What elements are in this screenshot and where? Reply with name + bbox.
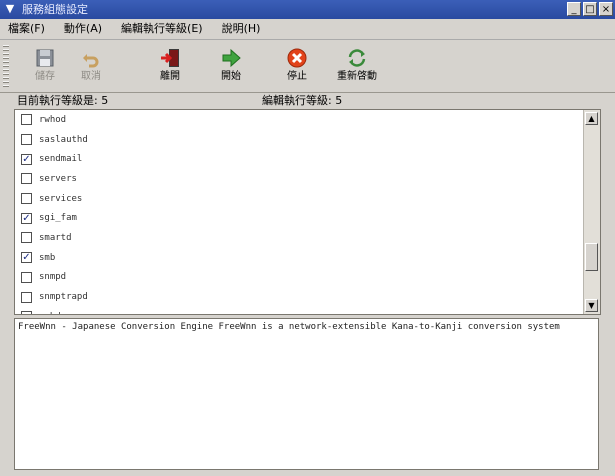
menu-actions[interactable]: 動作(A) <box>56 19 113 39</box>
service-row[interactable]: smartd <box>15 228 583 248</box>
current-runlevel-text: 目前執行等級是: 5 <box>17 94 109 107</box>
close-button[interactable]: × <box>599 2 613 16</box>
service-name: smb <box>39 252 56 263</box>
restart-icon <box>348 49 366 67</box>
window-controls: _ □ × <box>567 2 613 16</box>
window-title: 服務組態設定 <box>22 3 88 16</box>
start-button[interactable]: 開始 <box>208 44 254 88</box>
service-checkbox[interactable]: ✓ <box>21 252 32 264</box>
service-description: FreeWnn - Japanese Conversion Engine Fre… <box>14 318 599 470</box>
service-row[interactable]: sshd <box>15 307 583 314</box>
service-checkbox[interactable]: ✓ <box>21 212 32 224</box>
editing-runlevel-text: 編輯執行等級: 5 <box>262 94 343 107</box>
service-checkbox[interactable] <box>21 193 32 205</box>
service-checkbox[interactable] <box>21 134 32 146</box>
undo-button[interactable]: 取消 <box>68 44 114 88</box>
service-checkbox[interactable] <box>21 173 32 185</box>
service-row[interactable]: ✓ smb <box>15 248 583 268</box>
service-checkbox[interactable] <box>21 311 32 314</box>
title-bar[interactable]: ▼ 服務組態設定 _ □ × <box>0 0 615 19</box>
save-button[interactable]: 儲存 <box>22 44 68 88</box>
service-row[interactable]: rwhod <box>15 110 583 130</box>
maximize-button[interactable]: □ <box>583 2 597 16</box>
exit-label: 離開 <box>160 71 180 82</box>
service-name: sshd <box>39 312 61 314</box>
service-name: saslauthd <box>39 134 88 145</box>
exit-button[interactable]: 離開 <box>147 44 193 88</box>
restart-button[interactable]: 重新啓動 <box>328 44 386 88</box>
undo-label: 取消 <box>81 71 101 82</box>
exit-icon <box>161 49 179 67</box>
service-checkbox[interactable] <box>21 232 32 244</box>
service-name: sendmail <box>39 154 83 165</box>
service-row[interactable]: snmptrapd <box>15 287 583 307</box>
service-checkbox[interactable] <box>21 271 32 283</box>
service-row[interactable]: snmpd <box>15 268 583 288</box>
scroll-down-button[interactable]: ▼ <box>585 299 598 312</box>
runlevel-status-row: 目前執行等級是: 5 編輯執行等級: 5 <box>0 93 615 109</box>
service-name: rwhod <box>39 114 67 125</box>
menu-bar: 檔案(F) 動作(A) 編輯執行等級(E) 說明(H) <box>0 19 615 40</box>
service-checkbox[interactable]: ✓ <box>21 153 32 165</box>
service-row[interactable]: services <box>15 189 583 209</box>
service-name: snmptrapd <box>39 292 88 303</box>
service-checkbox[interactable] <box>21 291 32 303</box>
scroll-up-button[interactable]: ▲ <box>585 112 598 125</box>
stop-button[interactable]: 停止 <box>274 44 320 88</box>
service-list-scrollbar[interactable]: ▲ ▼ <box>583 110 600 314</box>
service-list[interactable]: rwhod saslauthd ✓ sendmail servers services ✓ s… <box>14 109 601 315</box>
service-row[interactable]: ✓ sgi_fam <box>15 208 583 228</box>
save-label: 儲存 <box>35 71 55 82</box>
service-row[interactable]: servers <box>15 169 583 189</box>
service-name: sgi_fam <box>39 213 77 224</box>
toolbar-grip-handle[interactable] <box>3 45 9 87</box>
service-list-items: rwhod saslauthd ✓ sendmail servers services ✓ s… <box>15 110 583 314</box>
service-name: smartd <box>39 232 72 243</box>
service-row[interactable]: ✓ sendmail <box>15 149 583 169</box>
service-name: servers <box>39 173 77 184</box>
menu-file[interactable]: 檔案(F) <box>0 19 56 39</box>
menu-edit-runlevel[interactable]: 編輯執行等級(E) <box>113 19 214 39</box>
stop-label: 停止 <box>287 71 307 82</box>
service-configuration-window: ▼ 服務組態設定 _ □ × 檔案(F) 動作(A) 編輯執行等級(E) 說明(… <box>0 0 615 476</box>
toolbar: 儲存 取消 離開 開始 停止 重新啓動 <box>0 40 615 93</box>
undo-icon <box>83 54 99 68</box>
window-menu-icon[interactable]: ▼ <box>3 2 17 16</box>
scrollbar-thumb[interactable] <box>585 243 598 271</box>
minimize-button[interactable]: _ <box>567 2 581 16</box>
start-icon <box>222 48 241 68</box>
start-label: 開始 <box>221 71 241 82</box>
service-name: snmpd <box>39 272 67 283</box>
service-row[interactable]: saslauthd <box>15 130 583 150</box>
service-name: services <box>39 193 83 204</box>
stop-icon <box>287 48 307 68</box>
menu-help[interactable]: 說明(H) <box>214 19 272 39</box>
save-icon <box>36 49 54 67</box>
restart-label: 重新啓動 <box>337 71 377 82</box>
service-checkbox[interactable] <box>21 114 32 126</box>
